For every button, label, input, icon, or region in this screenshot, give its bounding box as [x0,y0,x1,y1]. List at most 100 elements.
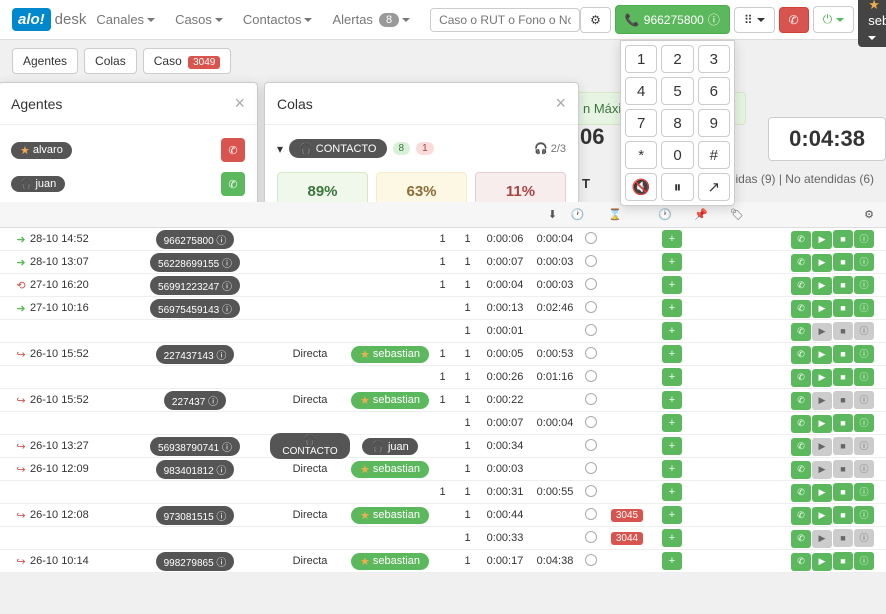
row-agent-pill[interactable]: ★ sebastian [351,507,429,524]
dialpad-key-0[interactable]: 0 [661,141,693,169]
close-colas[interactable]: × [555,93,566,114]
dialpad-key-1[interactable]: 1 [625,45,657,73]
play-icon[interactable]: ▶ [812,461,832,479]
stop-icon[interactable]: ■ [833,368,853,386]
phone-pill[interactable]: 227437 ⓘ [164,391,226,410]
row-agent-pill[interactable]: ★ sebastian [351,346,429,363]
pin-circle[interactable] [580,508,602,523]
stop-icon[interactable]: ■ [833,460,853,478]
pin-circle[interactable] [580,324,602,339]
play-icon[interactable]: ▶ [812,392,832,410]
dialpad-key-8[interactable]: 8 [661,109,693,137]
phone-number-button[interactable]: 📞 966275800 ⓘ [615,5,730,34]
call-action-icon[interactable]: ✆ [791,484,811,502]
pin-circle[interactable] [580,531,602,546]
add-button[interactable]: + [662,253,682,271]
phone-pill[interactable]: 973081515 ⓘ [156,506,235,525]
stop-icon[interactable]: ■ [833,230,853,248]
stop-icon[interactable]: ■ [833,299,853,317]
row-agent-pill[interactable]: ★ sebastian [351,553,429,570]
stop-icon[interactable]: ■ [833,414,853,432]
pin-circle[interactable] [580,462,602,477]
add-button[interactable]: + [662,529,682,547]
call-action-icon[interactable]: ✆ [791,530,811,548]
case-tag[interactable]: 3045 [611,509,643,522]
user-menu[interactable]: ★ sebastian [858,0,886,47]
close-agentes[interactable]: × [234,93,245,114]
call-action-icon[interactable]: ✆ [791,369,811,387]
nav-casos[interactable]: Casos [175,12,223,27]
stop-icon[interactable]: ■ [833,506,853,524]
call-action-icon[interactable]: ✆ [791,553,811,571]
phone-pill[interactable]: 56991223247 ⓘ [150,276,240,295]
play-icon[interactable]: ▶ [812,300,832,318]
gear-button[interactable]: ⚙ [580,7,611,33]
row-agent-pill[interactable]: ★ sebastian [351,392,429,409]
dialpad-key-⏸[interactable]: ⏸ [661,173,693,201]
dialpad-key-3[interactable]: 3 [698,45,730,73]
add-button[interactable]: + [662,276,682,294]
pin-circle[interactable] [580,347,602,362]
call-icon[interactable]: ✆ [221,172,245,196]
play-icon[interactable]: ▶ [812,346,832,364]
pin-circle[interactable] [580,255,602,270]
pin-circle[interactable] [580,393,602,408]
pin-circle[interactable] [580,554,602,569]
phone-pill[interactable]: 56938790741 ⓘ [150,437,240,456]
add-button[interactable]: + [662,230,682,248]
call-action-icon[interactable]: ✆ [791,507,811,525]
nav-alertas[interactable]: Alertas 8 [332,12,410,27]
stop-icon[interactable]: ■ [833,276,853,294]
phone-pill[interactable]: 998279865 ⓘ [156,552,235,571]
info-icon[interactable]: ⓘ [854,299,874,317]
info-icon[interactable]: ⓘ [854,276,874,294]
play-icon[interactable]: ▶ [812,438,832,456]
stop-icon[interactable]: ■ [833,391,853,409]
play-icon[interactable]: ▶ [812,277,832,295]
call-action-icon[interactable]: ✆ [791,254,811,272]
nav-contactos[interactable]: Contactos [243,12,313,27]
add-button[interactable]: + [662,299,682,317]
dialpad-key-7[interactable]: 7 [625,109,657,137]
pin-circle[interactable] [580,278,602,293]
power-button[interactable]: ⏻ [813,6,855,33]
call-action-icon[interactable]: ✆ [791,392,811,410]
dialpad-key-🔇[interactable]: 🔇 [625,173,657,201]
dialpad-key-↗[interactable]: ↗ [698,173,730,201]
info-icon[interactable]: ⓘ [854,391,874,409]
row-agent-pill[interactable]: 🎧 juan [362,438,418,455]
play-icon[interactable]: ▶ [812,530,832,548]
nav-canales[interactable]: Canales [96,12,155,27]
dialpad-key-6[interactable]: 6 [698,77,730,105]
call-action-icon[interactable]: ✆ [791,461,811,479]
info-icon[interactable]: ⓘ [854,414,874,432]
agent-pill[interactable]: ★ alvaro [11,142,72,159]
info-icon[interactable]: ⓘ [854,322,874,340]
info-icon[interactable]: ⓘ [854,506,874,524]
info-icon[interactable]: ⓘ [854,552,874,570]
tab-colas[interactable]: Colas [84,48,137,74]
add-button[interactable]: + [662,552,682,570]
info-icon[interactable]: ⓘ [854,253,874,271]
info-icon[interactable]: ⓘ [854,437,874,455]
call-action-icon[interactable]: ✆ [791,277,811,295]
info-icon[interactable]: ⓘ [854,460,874,478]
call-action-icon[interactable]: ✆ [791,415,811,433]
pin-circle[interactable] [580,370,602,385]
stop-icon[interactable]: ■ [833,529,853,547]
play-icon[interactable]: ▶ [812,369,832,387]
play-icon[interactable]: ▶ [812,231,832,249]
pin-circle[interactable] [580,439,602,454]
pin-circle[interactable] [580,301,602,316]
dialpad-key-2[interactable]: 2 [661,45,693,73]
phone-pill[interactable]: 966275800 ⓘ [156,230,235,249]
stop-icon[interactable]: ■ [833,322,853,340]
pin-circle[interactable] [580,416,602,431]
stop-icon[interactable]: ■ [833,437,853,455]
info-icon[interactable]: ⓘ [854,483,874,501]
add-button[interactable]: + [662,506,682,524]
add-button[interactable]: + [662,437,682,455]
play-icon[interactable]: ▶ [812,484,832,502]
add-button[interactable]: + [662,345,682,363]
pin-circle[interactable] [580,485,602,500]
